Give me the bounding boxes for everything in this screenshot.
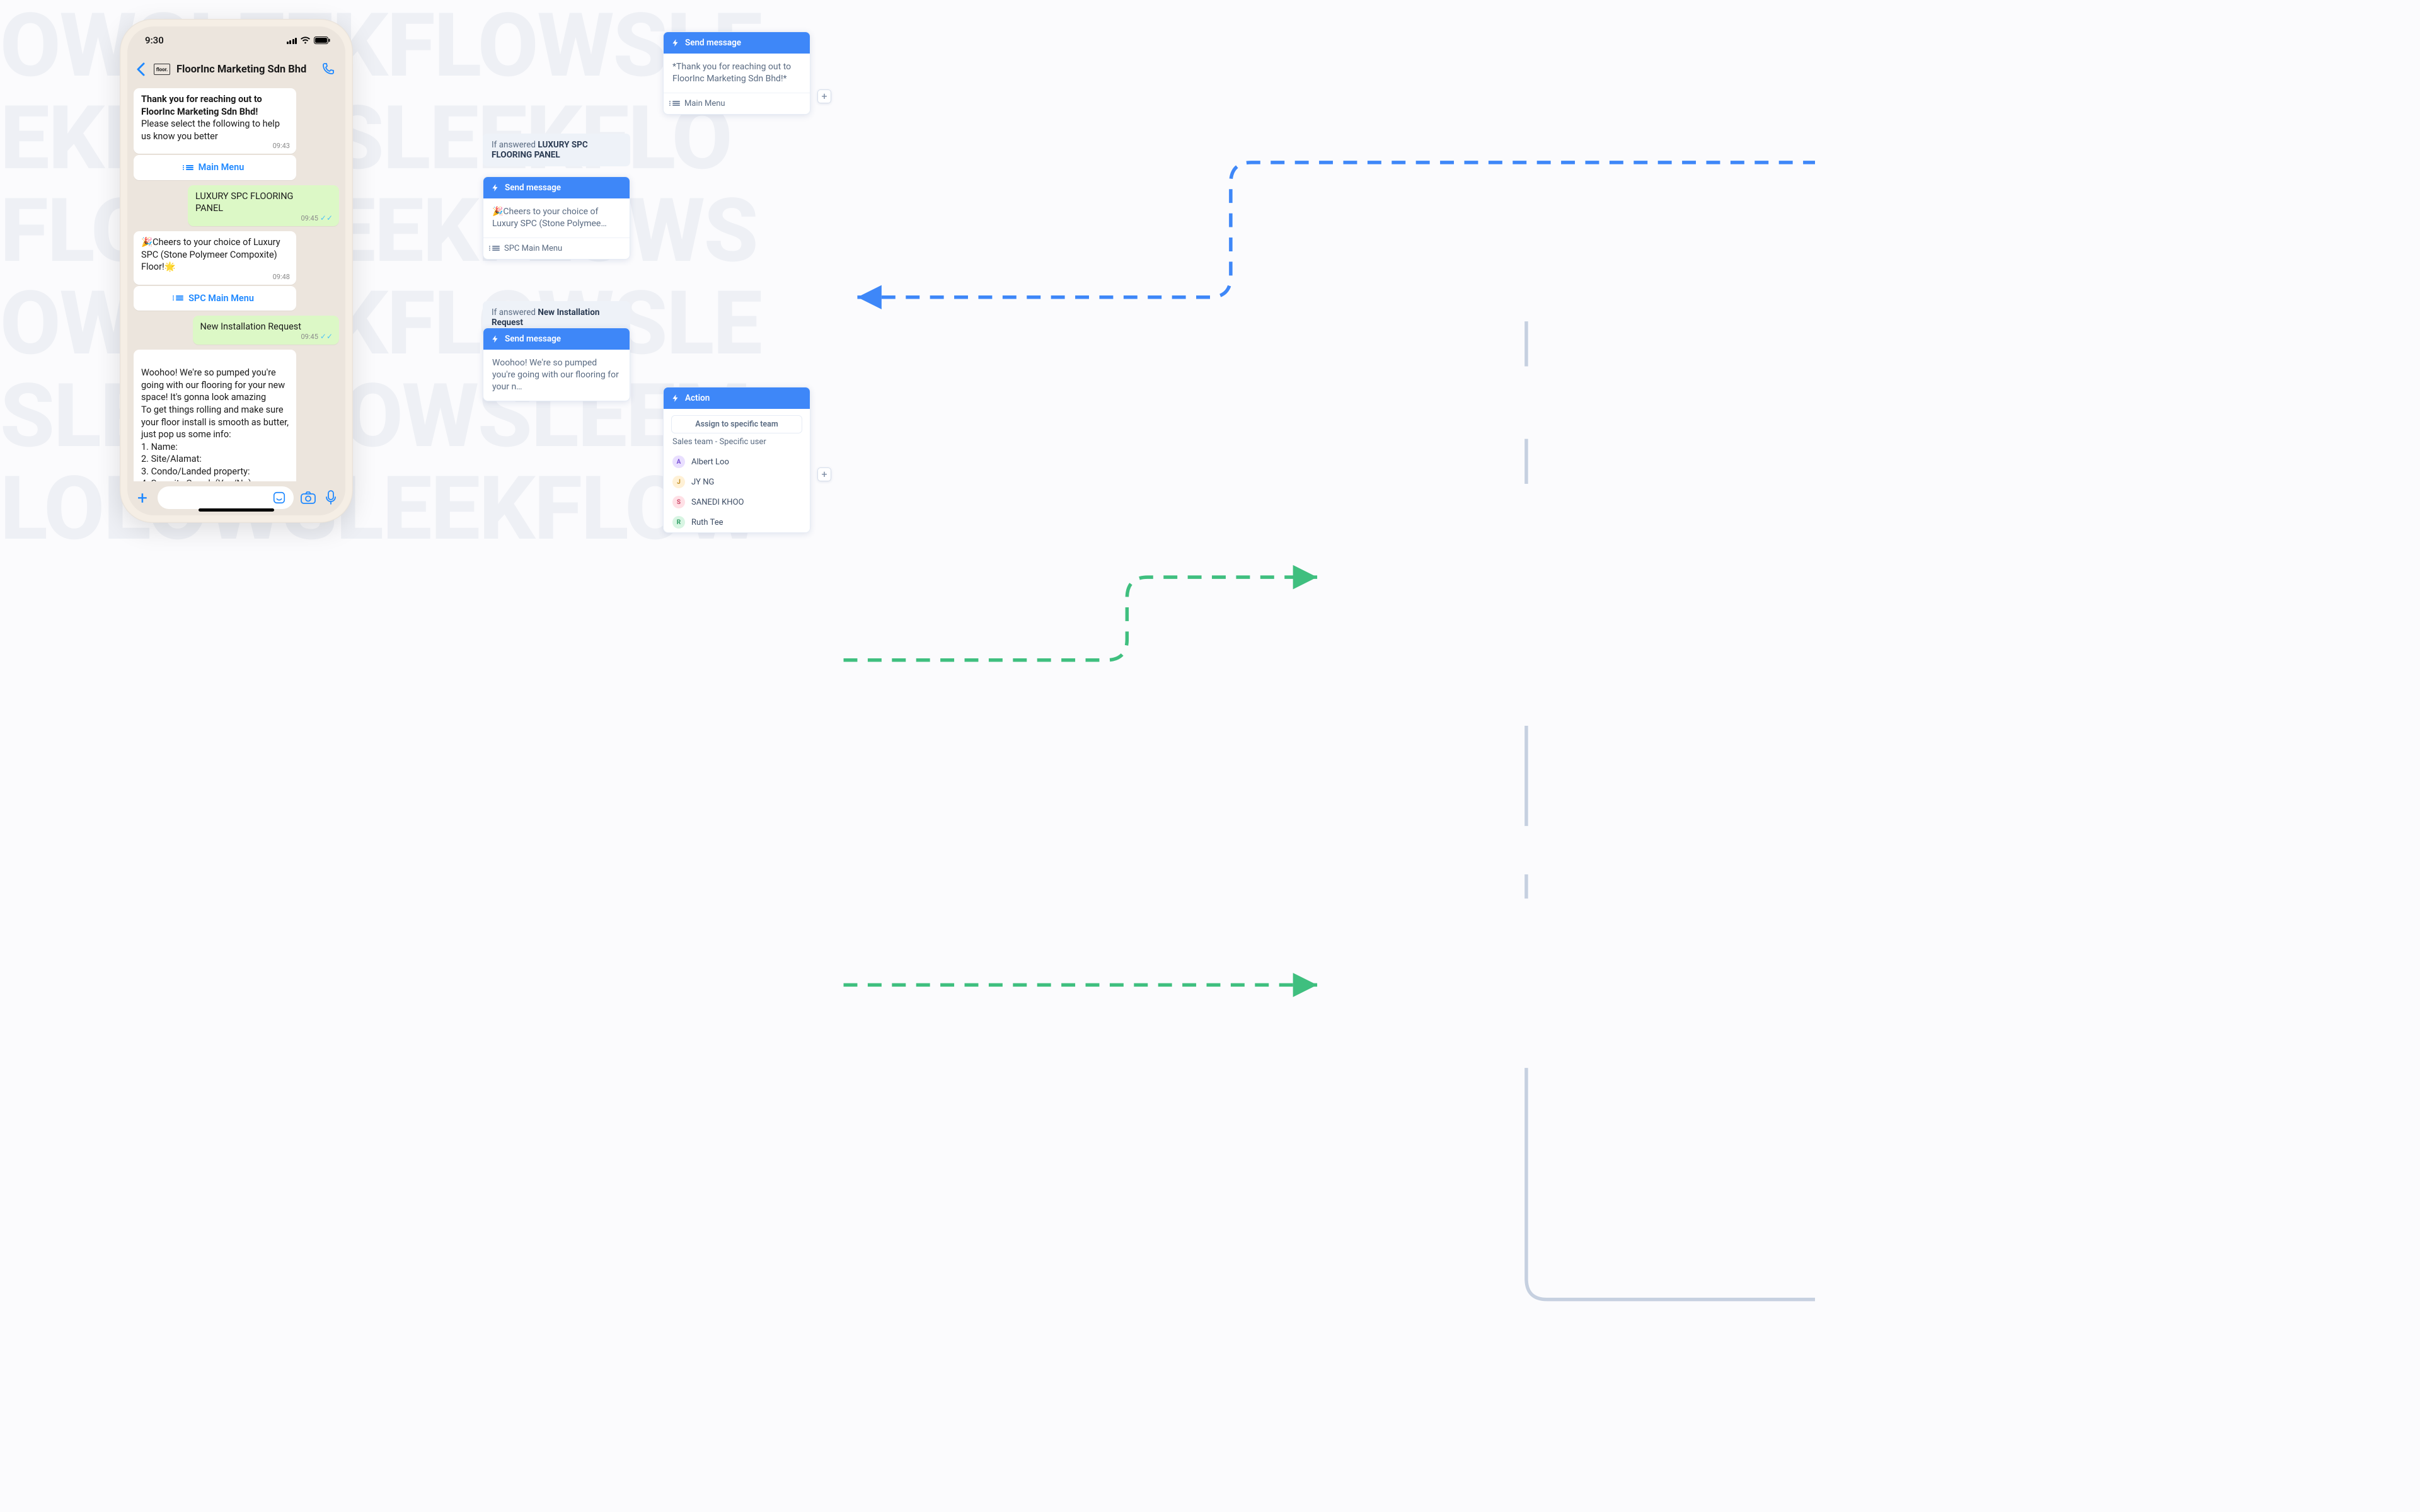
condition-prefix: If answered [492, 307, 538, 318]
message-text: Please select the following to help us k… [141, 118, 280, 142]
read-ticks-icon: ✓✓ [320, 332, 333, 341]
call-icon[interactable] [321, 62, 337, 77]
incoming-message: 🎉Cheers to your choice of Luxury SPC (St… [134, 231, 296, 285]
node-output-port[interactable]: + [817, 89, 831, 103]
chat-body: Thank you for reaching out to FloorInc M… [127, 84, 345, 481]
message-time: 09:43 [273, 142, 290, 151]
node-header: Send message [483, 328, 630, 350]
message-time: 09:45✓✓ [301, 331, 333, 342]
message-text: New Installation Request [200, 321, 301, 332]
list-icon [176, 295, 183, 301]
node-output-port[interactable]: + [817, 467, 831, 481]
wifi-icon [300, 37, 311, 44]
message-text-bold: Thank you for reaching out to FloorInc M… [141, 94, 262, 117]
node-header: Send message [664, 32, 810, 54]
node-footer-label: Main Menu [684, 99, 725, 108]
user-row[interactable]: J JY NG [664, 472, 810, 492]
battery-icon [314, 37, 330, 44]
user-row[interactable]: A Albert Loo [664, 452, 810, 472]
user-avatar: R [672, 516, 685, 529]
attach-icon[interactable]: + [134, 488, 151, 508]
bolt-icon [491, 183, 500, 192]
node-header: Send message [483, 177, 630, 198]
bolt-icon [671, 38, 680, 47]
cellular-icon [287, 37, 297, 44]
phone-mockup: 9:30 floor. FloorInc Marketing Sdn Bhd [120, 19, 353, 523]
message-time: 09:48 [273, 273, 290, 282]
phone-screen: 9:30 floor. FloorInc Marketing Sdn Bhd [127, 26, 345, 515]
quick-reply-button[interactable]: Main Menu [134, 155, 296, 180]
node-body: Woohoo! We're so pumped you're going wit… [483, 350, 630, 401]
bolt-icon [671, 394, 680, 403]
user-name: Albert Loo [691, 457, 729, 467]
node-title: Action [685, 393, 710, 403]
chat-header: floor. FloorInc Marketing Sdn Bhd [127, 54, 345, 84]
user-avatar: A [672, 455, 685, 468]
contact-name[interactable]: FloorInc Marketing Sdn Bhd [176, 64, 315, 76]
button-label: Main Menu [199, 161, 245, 174]
flow-node-send-message-3[interactable]: Send message Woohoo! We're so pumped you… [483, 328, 630, 401]
node-footer-label: SPC Main Menu [504, 244, 562, 253]
user-name: Ruth Tee [691, 518, 723, 527]
user-name: SANEDI KHOO [691, 498, 744, 507]
outgoing-message: New Installation Request 09:45✓✓ [193, 316, 339, 345]
home-indicator [199, 508, 274, 512]
camera-icon[interactable] [300, 491, 316, 505]
status-bar: 9:30 [127, 26, 345, 54]
list-icon [672, 101, 680, 106]
incoming-message: Woohoo! We're so pumped you're going wit… [134, 350, 296, 481]
contact-avatar[interactable]: floor. [154, 64, 170, 75]
flow-node-send-message-2[interactable]: Send message 🎉Cheers to your choice of L… [483, 176, 630, 260]
incoming-message: Thank you for reaching out to FloorInc M… [134, 88, 296, 154]
message-input[interactable] [158, 486, 294, 509]
button-label: SPC Main Menu [188, 292, 254, 305]
node-body: 🎉Cheers to your choice of Luxury SPC (St… [483, 198, 630, 238]
list-icon [492, 246, 500, 251]
status-time: 9:30 [145, 35, 164, 46]
message-text: LUXURY SPC FLOORING PANEL [195, 191, 293, 214]
user-name: JY NG [691, 478, 714, 487]
node-header: Action [664, 387, 810, 409]
message-text: 🎉Cheers to your choice of Luxury SPC (St… [141, 237, 280, 272]
user-row[interactable]: R Ruth Tee [664, 512, 810, 532]
read-ticks-icon: ✓✓ [320, 214, 333, 222]
action-chip: Assign to specific team [671, 415, 802, 433]
node-footer[interactable]: SPC Main Menu [483, 238, 630, 259]
condition-prefix: If answered [492, 140, 538, 150]
node-title: Send message [505, 334, 561, 344]
user-row[interactable]: S SANEDI KHOO [664, 492, 810, 512]
bolt-icon [491, 335, 500, 343]
flow-condition-1[interactable]: If answered LUXURY SPC FLOORING PANEL [483, 134, 630, 166]
node-body: *Thank you for reaching out to FloorInc … [664, 54, 810, 93]
sticker-icon[interactable] [271, 491, 287, 505]
flow-node-send-message-1[interactable]: Send message *Thank you for reaching out… [663, 32, 810, 115]
node-title: Send message [685, 38, 741, 48]
action-subtitle: Sales team - Specific user [664, 437, 810, 452]
user-avatar: S [672, 496, 685, 508]
user-avatar: J [672, 476, 685, 488]
mic-icon[interactable] [323, 490, 339, 505]
outgoing-message: LUXURY SPC FLOORING PANEL 09:45✓✓ [188, 185, 339, 226]
list-icon [186, 165, 193, 170]
message-time: 09:45✓✓ [301, 213, 333, 224]
node-footer[interactable]: Main Menu [664, 93, 810, 114]
node-title: Send message [505, 183, 561, 193]
message-text: Woohoo! We're so pumped you're going wit… [141, 367, 289, 481]
flow-node-action[interactable]: Action Assign to specific team Sales tea… [663, 387, 810, 533]
quick-reply-button[interactable]: SPC Main Menu [134, 286, 296, 311]
back-icon[interactable] [136, 60, 147, 78]
